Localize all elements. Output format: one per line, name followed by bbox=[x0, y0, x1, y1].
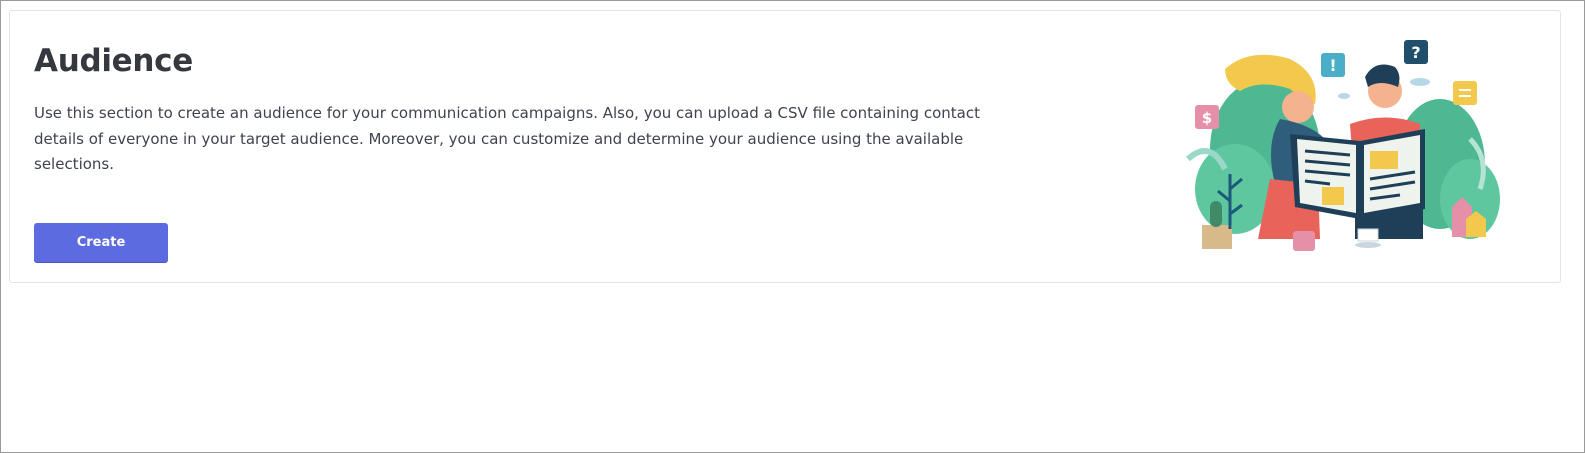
app-window: Audience Use this section to create an a… bbox=[0, 0, 1585, 453]
page-title: Audience bbox=[34, 43, 193, 79]
exclamation-bubble-icon: ! bbox=[1321, 53, 1345, 77]
audience-card: Audience Use this section to create an a… bbox=[9, 10, 1561, 283]
svg-text:$: $ bbox=[1202, 109, 1212, 127]
audience-illustration: ! ? $ bbox=[1185, 40, 1500, 251]
question-bubble-icon: ? bbox=[1404, 40, 1428, 64]
create-button[interactable]: Create bbox=[34, 223, 168, 262]
coffee-cups bbox=[1293, 228, 1381, 251]
svg-text:!: ! bbox=[1329, 56, 1336, 75]
menu-bubble-icon bbox=[1453, 81, 1477, 105]
svg-text:?: ? bbox=[1411, 43, 1420, 62]
dollar-bubble-icon: $ bbox=[1195, 105, 1219, 129]
page-description: Use this section to create an audience f… bbox=[34, 104, 980, 173]
newspaper bbox=[1290, 129, 1425, 219]
